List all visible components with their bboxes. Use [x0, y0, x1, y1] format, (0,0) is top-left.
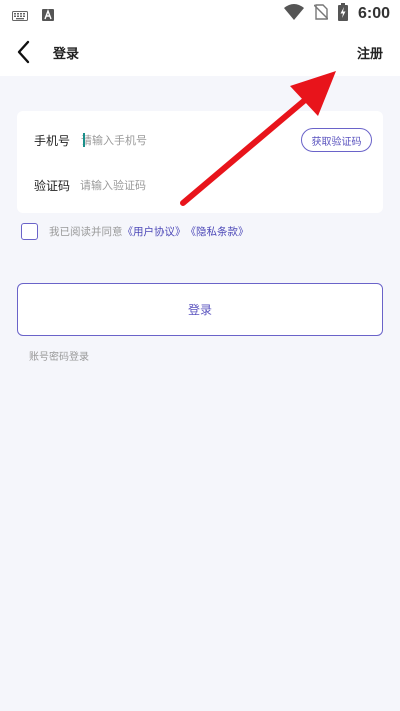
a-notification-icon [42, 6, 54, 25]
keyboard-icon [12, 6, 28, 25]
get-code-button[interactable]: 获取验证码 [301, 128, 372, 152]
code-input[interactable] [80, 176, 280, 194]
no-sim-icon [313, 4, 329, 24]
register-button[interactable]: 注册 [357, 43, 383, 62]
clock: 6:00 [357, 5, 390, 22]
code-label: 验证码 [34, 179, 71, 193]
phone-label: 手机号 [34, 134, 71, 148]
password-login-link[interactable]: 账号密码登录 [29, 348, 89, 363]
battery-charging-icon [337, 3, 348, 25]
page-title: 登录 [53, 47, 80, 62]
chevron-left-icon [17, 40, 30, 64]
agreement-text: 我已阅读并同意 [49, 225, 123, 238]
privacy-policy-link[interactable]: 《隐私条款》 [186, 224, 249, 239]
agreement-checkbox[interactable] [21, 222, 38, 240]
login-button[interactable]: 登录 [17, 283, 383, 336]
login-form-card: 手机号 获取验证码 验证码 [17, 111, 383, 213]
user-agreement-link[interactable]: 《用户协议》 [123, 224, 186, 239]
status-bar: 6:00 [0, 0, 400, 28]
nav-bar: 登录 注册 [0, 28, 400, 76]
text-cursor [83, 133, 85, 147]
agreement-row: 我已阅读并同意 《用户协议》 《隐私条款》 [21, 222, 249, 240]
phone-input[interactable] [81, 131, 281, 149]
back-button[interactable] [12, 38, 38, 66]
wifi-icon [283, 4, 304, 24]
